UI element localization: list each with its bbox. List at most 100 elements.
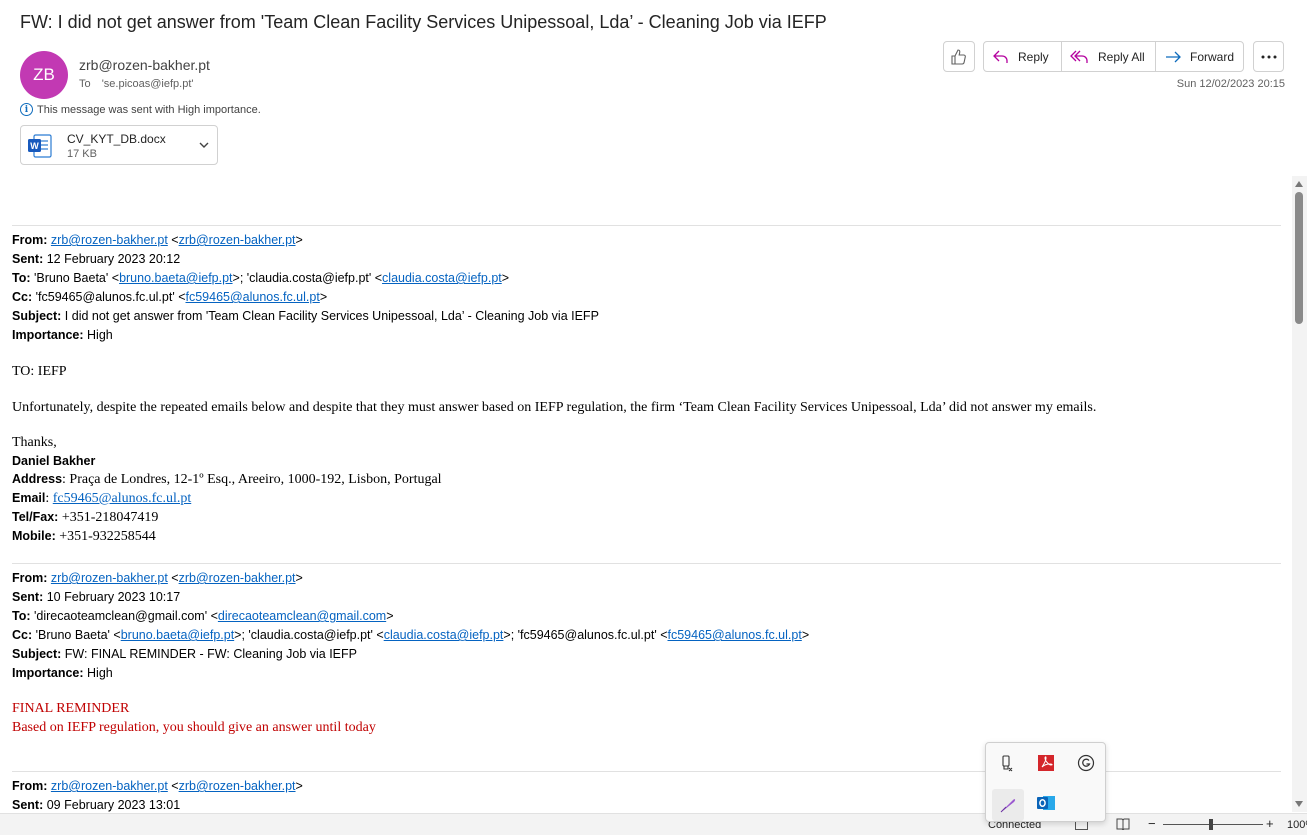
scroll-down-arrow[interactable]: [1295, 801, 1303, 807]
from-link[interactable]: zrb@rozen-bakher.pt: [51, 571, 168, 585]
sent-label: Sent:: [12, 252, 44, 266]
reading-view-icon[interactable]: [1116, 818, 1130, 830]
thread-subject: I did not get answer from 'Team Clean Fa…: [64, 309, 599, 323]
received-date: Sun 12/02/2023 20:15: [1176, 78, 1285, 90]
reply-all-button[interactable]: Reply All: [1061, 42, 1155, 71]
thumbs-up-icon: [951, 48, 966, 65]
message-subject: FW: I did not get answer from 'Team Clea…: [20, 12, 827, 32]
like-button[interactable]: [943, 41, 975, 72]
forward-arrow-icon: [1166, 51, 1181, 62]
reminder-body: Based on IEFP regulation, you should giv…: [12, 720, 376, 735]
signature-name-text: Daniel Bakher: [12, 454, 96, 468]
thread-divider: [12, 225, 1281, 226]
greeting: TO: IEFP: [12, 364, 67, 379]
cc-name: 'fc59465@alunos.fc.ul.pt': [35, 290, 175, 304]
body-paragraph: Unfortunately, despite the repeated emai…: [12, 400, 1097, 415]
to-label: To:: [12, 271, 31, 285]
zoom-level[interactable]: 100%: [1287, 819, 1307, 831]
from-email-link[interactable]: zrb@rozen-bakher.pt: [179, 779, 296, 793]
reminder-title: FINAL REMINDER: [12, 701, 130, 716]
forward-label: Forward: [1190, 49, 1235, 64]
acrobat-icon[interactable]: [1034, 751, 1058, 775]
to-name: 'direcaoteamclean@gmail.com': [34, 609, 208, 623]
tel-label: Tel/Fax:: [12, 510, 59, 524]
signature-name: Daniel Bakher: [12, 452, 95, 471]
reply-all-label: Reply All: [1098, 49, 1145, 64]
signature-email: Email: fc59465@alunos.fc.ul.pt: [12, 491, 192, 506]
usb-eject-icon[interactable]: [995, 751, 1019, 775]
to-email-link[interactable]: direcaoteamclean@gmail.com: [218, 609, 386, 623]
sent-label: Sent:: [12, 590, 44, 604]
svg-text:W: W: [30, 141, 39, 151]
attachment-card[interactable]: W CV_KYT_DB.docx 17 KB: [20, 125, 218, 165]
email-label: Email: [12, 491, 46, 505]
outlook-icon[interactable]: [1034, 791, 1058, 815]
mobile-value: +351-932258544: [55, 529, 156, 544]
from-email-link[interactable]: zrb@rozen-bakher.pt: [179, 571, 296, 585]
importance-banner: i This message was sent with High import…: [20, 103, 261, 116]
subject-label: Subject:: [12, 647, 62, 661]
info-icon: i: [20, 103, 33, 116]
grammarly-icon[interactable]: [1074, 751, 1098, 775]
to-name: 'claudia.costa@iefp.pt': [246, 271, 372, 285]
importance-value: High: [87, 328, 113, 342]
importance-text: This message was sent with High importan…: [37, 103, 261, 116]
cc-email-link[interactable]: bruno.baeta@iefp.pt: [121, 628, 234, 642]
signature-mobile: Mobile: +351-932258544: [12, 527, 156, 546]
chevron-down-icon[interactable]: [197, 138, 211, 152]
from-email-link[interactable]: zrb@rozen-bakher.pt: [179, 233, 296, 247]
cc-email-link[interactable]: fc59465@alunos.fc.ul.pt: [668, 628, 802, 642]
sent-date: 12 February 2023 20:12: [46, 252, 181, 266]
thread-divider: [12, 563, 1281, 564]
scroll-thumb[interactable]: [1295, 192, 1303, 324]
to-label: To: [79, 78, 91, 90]
importance-label: Importance:: [12, 666, 84, 680]
scroll-up-arrow[interactable]: [1295, 181, 1303, 187]
reply-label: Reply: [1018, 49, 1049, 64]
tel-value: +351-218047419: [58, 510, 159, 525]
sender-address[interactable]: zrb@rozen-bakher.pt: [79, 57, 210, 73]
subject-label: Subject:: [12, 309, 62, 323]
zoom-in-button[interactable]: +: [1266, 816, 1274, 831]
zoom-slider-thumb[interactable]: [1209, 819, 1213, 830]
signature-address: Address: Praça de Londres, 12-1º Esq., A…: [12, 470, 442, 489]
signature-email-link[interactable]: fc59465@alunos.fc.ul.pt: [53, 491, 191, 506]
reply-actions: Reply Reply All Forward: [983, 41, 1244, 72]
zoom-out-button[interactable]: −: [1148, 816, 1156, 831]
forward-button[interactable]: Forward: [1155, 42, 1243, 71]
address-value: : Praça de Londres, 12-1º Esq., Areeiro,…: [62, 472, 442, 487]
sent-date: 09 February 2023 13:01: [46, 798, 181, 812]
thread-header: From: zrb@rozen-bakher.pt <zrb@rozen-bak…: [12, 779, 303, 812]
address-label: Address: [12, 472, 63, 486]
mobile-label: Mobile:: [12, 529, 56, 543]
cc-name: 'claudia.costa@iefp.pt': [248, 628, 373, 642]
cc-label: Cc:: [12, 290, 33, 304]
recipient-line: To 'se.picoas@iefp.pt': [79, 78, 194, 90]
from-label: From:: [12, 233, 48, 247]
importance-value: High: [87, 666, 113, 680]
sent-date: 10 February 2023 10:17: [46, 590, 181, 604]
sender-avatar[interactable]: ZB: [20, 51, 68, 99]
cc-email-link[interactable]: claudia.costa@iefp.pt: [384, 628, 504, 642]
cc-name: 'fc59465@alunos.fc.ul.pt': [517, 628, 657, 642]
reply-button[interactable]: Reply: [984, 42, 1061, 71]
from-link[interactable]: zrb@rozen-bakher.pt: [51, 233, 168, 247]
more-actions-button[interactable]: [1253, 41, 1284, 72]
more-icon: [1261, 55, 1276, 58]
attachment-size: 17 KB: [67, 148, 97, 160]
signature-tel: Tel/Fax: +351-218047419: [12, 508, 158, 527]
zoom-slider[interactable]: [1163, 824, 1263, 825]
from-link[interactable]: zrb@rozen-bakher.pt: [51, 779, 168, 793]
to-email-link[interactable]: bruno.baeta@iefp.pt: [119, 271, 232, 285]
from-label: From:: [12, 779, 48, 793]
cc-email-link[interactable]: fc59465@alunos.fc.ul.pt: [186, 290, 320, 304]
reply-icon: [993, 50, 1008, 63]
tray-overflow-popup: [985, 742, 1106, 822]
importance-label: Importance:: [12, 328, 84, 342]
to-email-link[interactable]: claudia.costa@iefp.pt: [382, 271, 502, 285]
word-icon: W: [28, 134, 52, 158]
vertical-scrollbar[interactable]: [1292, 176, 1307, 812]
recipient-address[interactable]: 'se.picoas@iefp.pt': [102, 78, 194, 90]
cc-name: 'Bruno Baeta': [35, 628, 110, 642]
feather-pen-icon[interactable]: [992, 789, 1024, 821]
